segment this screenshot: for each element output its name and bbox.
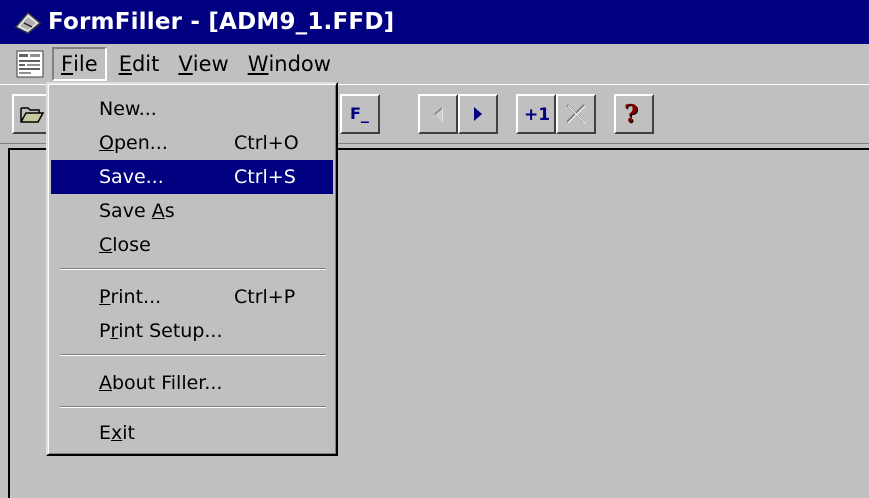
menu-bar: File Edit View Window xyxy=(0,44,869,84)
menu-separator xyxy=(60,354,326,356)
menu-item-save-as-accel: A xyxy=(151,200,165,222)
menu-item-close-accel: C xyxy=(99,234,113,256)
help-question-glyph: ? xyxy=(624,100,638,128)
add-record-button[interactable]: +1 xyxy=(516,94,556,134)
menu-item-exit-post: it xyxy=(122,422,135,444)
menu-item-print-label: rint... xyxy=(110,286,162,308)
delete-record-button[interactable] xyxy=(556,94,596,134)
help-button[interactable]: ? ? xyxy=(614,94,654,134)
menu-file-rest: ile xyxy=(73,52,98,76)
menu-edit-rest: dit xyxy=(131,52,160,76)
menu-item-exit-accel: x xyxy=(111,422,123,444)
menu-file[interactable]: File xyxy=(52,47,107,81)
menu-view-rest: iew xyxy=(192,52,229,76)
menu-item-new-label: New... xyxy=(99,98,157,120)
menu-item-print[interactable]: Print... Ctrl+P xyxy=(51,280,333,314)
menu-item-save-as-pre: Save xyxy=(99,200,152,222)
arrow-left-icon xyxy=(431,105,445,123)
menu-item-print-setup[interactable]: Pr int Setup... xyxy=(51,314,333,348)
menu-item-close-label: lose xyxy=(112,234,151,256)
menu-file-accel: F xyxy=(61,52,74,76)
window-title: FormFiller - [ADM9_1.FFD] xyxy=(48,9,395,35)
menu-separator xyxy=(60,268,326,270)
menu-item-save-shortcut: Ctrl+S xyxy=(234,166,296,188)
title-bar[interactable]: FormFiller - [ADM9_1.FFD] xyxy=(0,0,869,44)
menu-edit[interactable]: Edit xyxy=(112,47,167,81)
menu-item-print-setup-post: int Setup... xyxy=(118,320,223,342)
menu-item-save[interactable]: Save... Ctrl+S xyxy=(51,160,333,194)
menu-item-about[interactable]: About Filler... xyxy=(51,366,333,400)
menu-item-print-setup-accel: r xyxy=(110,320,119,342)
menu-item-about-accel: A xyxy=(99,372,112,394)
menu-edit-accel: E xyxy=(118,52,132,76)
field-f-icon: F_ xyxy=(347,102,373,126)
menu-window-accel: W xyxy=(247,52,269,76)
field-button[interactable]: F_ xyxy=(340,94,380,134)
delete-x-icon xyxy=(563,101,589,127)
add-record-glyph: +1 xyxy=(524,105,550,125)
menu-item-print-shortcut: Ctrl+P xyxy=(234,286,296,308)
formfiller-window: FormFiller - [ADM9_1.FFD] File Edit View xyxy=(0,0,869,498)
menu-item-about-label: bout Filler... xyxy=(112,372,223,394)
menu-item-save-as[interactable]: Save As xyxy=(51,194,333,228)
help-question-icon: ? ? xyxy=(621,100,647,128)
menu-item-new[interactable]: New... xyxy=(51,92,333,126)
arrow-right-icon xyxy=(471,105,485,123)
menu-window[interactable]: Window xyxy=(241,47,338,81)
menu-item-open-accel: O xyxy=(99,132,114,154)
document-system-menu-icon[interactable] xyxy=(16,50,44,78)
file-menu-dropdown: New... Open... Ctrl+O Save... Ctrl+S Sav… xyxy=(46,82,338,456)
open-folder-icon xyxy=(19,103,45,125)
add-record-icon: +1 xyxy=(522,102,550,126)
menu-item-save-label: Save... xyxy=(99,166,164,188)
previous-button[interactable] xyxy=(418,94,458,134)
menu-view[interactable]: View xyxy=(171,47,235,81)
field-f-glyph: F_ xyxy=(350,104,369,123)
menu-separator xyxy=(60,406,326,408)
menu-item-print-setup-pre: P xyxy=(99,320,111,342)
menu-item-open-shortcut: Ctrl+O xyxy=(234,132,299,154)
menu-item-print-accel: P xyxy=(99,286,111,308)
menu-item-save-as-post: s xyxy=(164,200,175,222)
menu-view-accel: V xyxy=(178,52,193,76)
menu-item-exit-pre: E xyxy=(99,422,112,444)
menu-window-rest: indow xyxy=(268,52,331,76)
formfiller-app-icon[interactable] xyxy=(14,8,42,36)
menu-item-open[interactable]: Open... Ctrl+O xyxy=(51,126,333,160)
menu-item-close[interactable]: Close xyxy=(51,228,333,262)
next-button[interactable] xyxy=(458,94,498,134)
menu-item-open-label: pen... xyxy=(113,132,168,154)
menu-item-exit[interactable]: Ex it xyxy=(51,416,333,450)
